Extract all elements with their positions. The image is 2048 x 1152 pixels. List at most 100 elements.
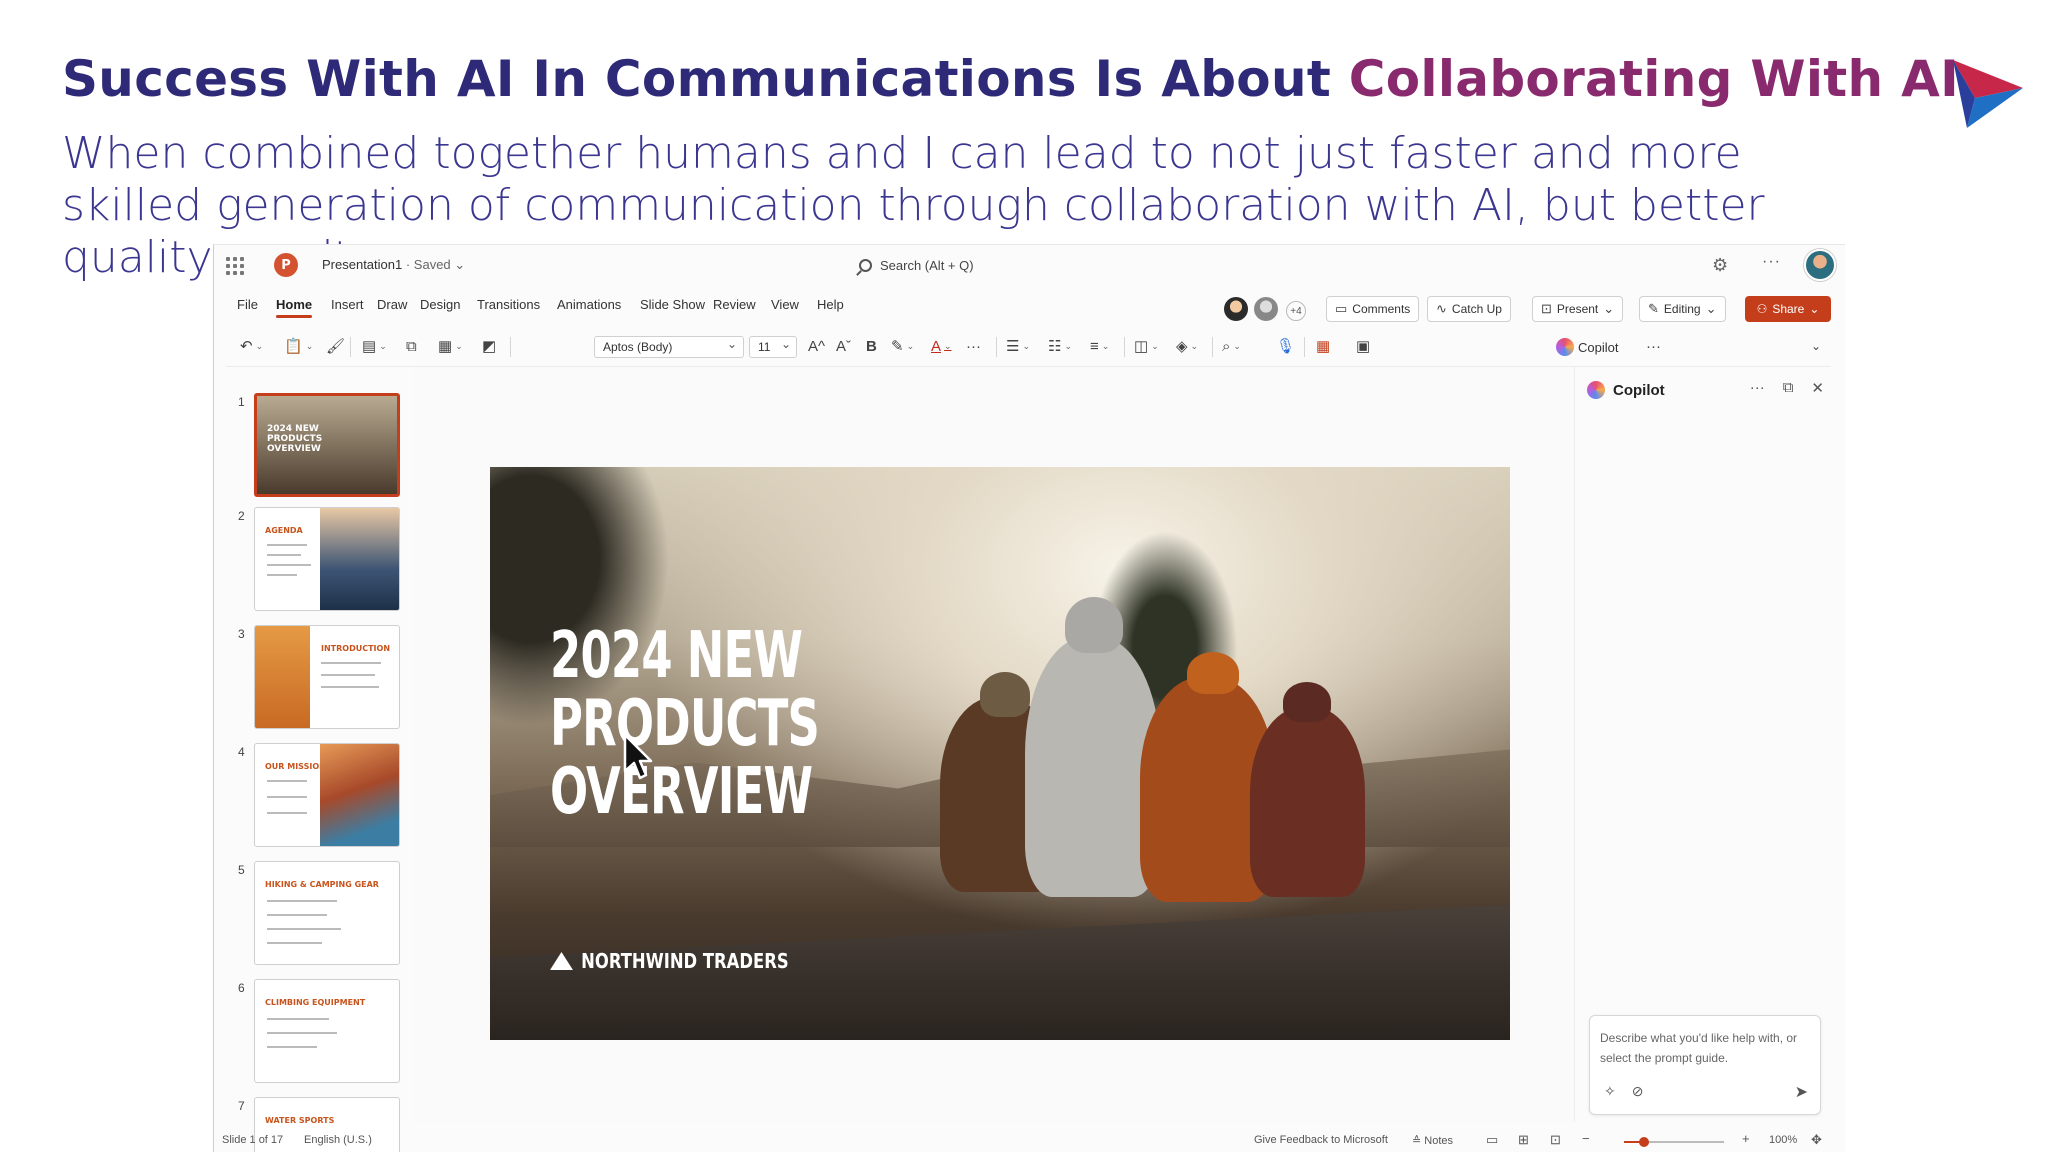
fit-to-window-icon[interactable]: ✥ — [1811, 1132, 1822, 1148]
thumbnail-number: 7 — [238, 1099, 245, 1113]
catch-up-button[interactable]: ∿ Catch Up — [1427, 296, 1511, 322]
thumbnail-number: 6 — [238, 981, 245, 995]
font-size-select[interactable]: 11 — [749, 336, 797, 358]
tab-view[interactable]: View — [771, 297, 799, 312]
copilot-ribbon-button[interactable]: Copilot — [1556, 335, 1618, 359]
zoom-slider[interactable] — [1624, 1137, 1724, 1147]
document-title[interactable]: Presentation1 · Saved ⌄ — [322, 257, 465, 273]
app-launcher-icon[interactable] — [226, 257, 244, 275]
new-slide-icon[interactable]: ▤ ⌄ — [362, 335, 387, 357]
search-icon — [859, 258, 872, 272]
normal-view-icon[interactable]: ▭ — [1486, 1132, 1498, 1148]
save-status: · Saved ⌄ — [402, 257, 466, 272]
ribbon-divider — [1212, 337, 1213, 357]
prompt-guide-icon[interactable]: ✧ — [1604, 1083, 1616, 1100]
font-color-icon[interactable]: A ⌄ — [931, 335, 952, 357]
zoom-in-icon[interactable]: + — [1742, 1131, 1750, 1146]
share-button[interactable]: ⚇ Share ⌄ — [1745, 296, 1831, 322]
thumbnail-text-line — [321, 674, 375, 676]
collapse-ribbon-icon[interactable]: ⌄ — [1811, 335, 1821, 357]
zoom-slider-knob[interactable] — [1639, 1137, 1649, 1147]
language-indicator[interactable]: English (U.S.) — [304, 1134, 372, 1146]
comments-button[interactable]: ▭ Comments — [1326, 296, 1420, 322]
share-label: Share — [1772, 302, 1805, 316]
thumbnail-title: WATER SPORTS — [265, 1116, 335, 1125]
powerpoint-window: P Presentation1 · Saved ⌄ Search (Alt + … — [213, 244, 1845, 1152]
thumbnail-number: 2 — [238, 509, 245, 523]
tab-slide-show[interactable]: Slide Show — [640, 297, 705, 312]
layout-icon[interactable]: ▦ ⌄ — [438, 335, 463, 357]
thumbnail-number: 3 — [238, 627, 245, 641]
tab-draw[interactable]: Draw — [377, 297, 407, 312]
format-painter-icon[interactable]: 🖌 — [326, 335, 345, 357]
zoom-level[interactable]: 100% — [1769, 1134, 1797, 1146]
tab-design[interactable]: Design — [420, 297, 460, 312]
more-font-options-icon[interactable]: ··· — [966, 335, 981, 357]
pop-out-icon[interactable]: ⧉ — [1783, 379, 1794, 397]
slide-brand[interactable]: NORTHWIND TRADERS — [550, 949, 789, 973]
close-icon[interactable]: ✕ — [1811, 379, 1824, 397]
slide-title[interactable]: 2024 NEW PRODUCTS OVERVIEW — [550, 622, 820, 826]
slide-thumbnail-6[interactable]: CLIMBING EQUIPMENT — [254, 979, 400, 1083]
send-icon[interactable]: ➤ — [1795, 1082, 1808, 1102]
collaborator-avatar[interactable] — [1254, 297, 1278, 321]
present-button[interactable]: ⊡ Present ⌄ — [1532, 296, 1624, 322]
tab-review[interactable]: Review — [713, 297, 756, 312]
slide-thumbnail-1[interactable]: 2024 NEW PRODUCTS OVERVIEW — [254, 393, 400, 497]
grow-font-icon[interactable]: A^ — [808, 335, 825, 357]
gear-icon[interactable]: ⚙ — [1712, 255, 1728, 276]
tab-insert[interactable]: Insert — [331, 297, 364, 312]
dictate-icon[interactable]: 🎙 — [1276, 335, 1295, 357]
tab-help[interactable]: Help — [817, 297, 844, 312]
user-avatar[interactable] — [1804, 249, 1836, 281]
designer-icon[interactable]: ▦ — [1316, 335, 1330, 357]
align-icon[interactable]: ≡ ⌄ — [1090, 335, 1109, 357]
copilot-prompt-input[interactable]: Describe what you'd like help with, or s… — [1589, 1015, 1821, 1115]
paste-icon[interactable]: 📋 ⌄ — [284, 335, 313, 357]
thumbnail-number: 5 — [238, 863, 245, 877]
comment-icon: ▭ — [1335, 301, 1348, 316]
tab-animations[interactable]: Animations — [557, 297, 621, 312]
ribbon-toolbar: ↶⌄ 📋⌄ 🖌 ▤⌄ ⧉ ▦⌄ ◩ Aptos (Body) 11 A^ Aˇ … — [226, 327, 1831, 367]
slide-thumbnail-3[interactable]: INTRODUCTION — [254, 625, 400, 729]
reading-view-icon[interactable]: ⊡ — [1550, 1132, 1561, 1148]
numbering-icon[interactable]: ☷ ⌄ — [1048, 335, 1072, 357]
shrink-font-icon[interactable]: Aˇ — [836, 335, 851, 357]
tab-transitions[interactable]: Transitions — [477, 297, 540, 312]
bold-button[interactable]: B — [866, 335, 877, 357]
slide-sorter-icon[interactable]: ⊞ — [1518, 1132, 1529, 1148]
highlight-icon[interactable]: ✎ ⌄ — [891, 335, 914, 357]
more-ribbon-options-icon[interactable]: ··· — [1646, 335, 1661, 357]
attach-icon[interactable]: ⊘ — [1632, 1083, 1644, 1100]
undo-icon[interactable]: ↶ ⌄ — [240, 335, 263, 357]
tab-file[interactable]: File — [237, 297, 258, 312]
more-options-icon[interactable]: ··· — [1750, 379, 1765, 397]
mountain-icon — [550, 952, 573, 970]
thumbnail-text-line — [267, 796, 307, 798]
feedback-link[interactable]: Give Feedback to Microsoft — [1254, 1134, 1388, 1146]
collaborator-count[interactable]: +4 — [1286, 301, 1306, 321]
notes-label: Notes — [1424, 1135, 1454, 1147]
collaborator-avatar[interactable] — [1224, 297, 1248, 321]
notes-button[interactable]: ≙ Notes — [1412, 1134, 1453, 1147]
add-ins-icon[interactable]: ▣ — [1356, 335, 1370, 357]
editing-mode-button[interactable]: ✎ Editing ⌄ — [1639, 296, 1726, 322]
thumbnail-photo — [255, 626, 310, 728]
thumbnail-text-line — [267, 900, 337, 902]
thumbnail-text-line — [267, 928, 341, 930]
search-box[interactable]: Search (Alt + Q) — [859, 254, 1099, 276]
more-options-icon[interactable]: ··· — [1762, 253, 1781, 271]
shape-fill-icon[interactable]: ◈ ⌄ — [1176, 335, 1198, 357]
reuse-slides-icon[interactable]: ⧉ — [406, 335, 417, 357]
chevron-down-icon: ⌄ — [1809, 302, 1820, 316]
slide-thumbnail-5[interactable]: HIKING & CAMPING GEAR — [254, 861, 400, 965]
zoom-out-icon[interactable]: − — [1582, 1131, 1590, 1146]
picture-icon[interactable]: ◩ — [482, 335, 496, 357]
find-icon[interactable]: ⌕ ⌄ — [1222, 335, 1241, 357]
tab-home[interactable]: Home — [276, 297, 313, 318]
slide-thumbnail-2[interactable]: AGENDA — [254, 507, 400, 611]
shapes-icon[interactable]: ◫ ⌄ — [1134, 335, 1159, 357]
bullets-icon[interactable]: ☰ ⌄ — [1006, 335, 1030, 357]
font-family-select[interactable]: Aptos (Body) — [594, 336, 744, 358]
slide-thumbnail-4[interactable]: OUR MISSION — [254, 743, 400, 847]
